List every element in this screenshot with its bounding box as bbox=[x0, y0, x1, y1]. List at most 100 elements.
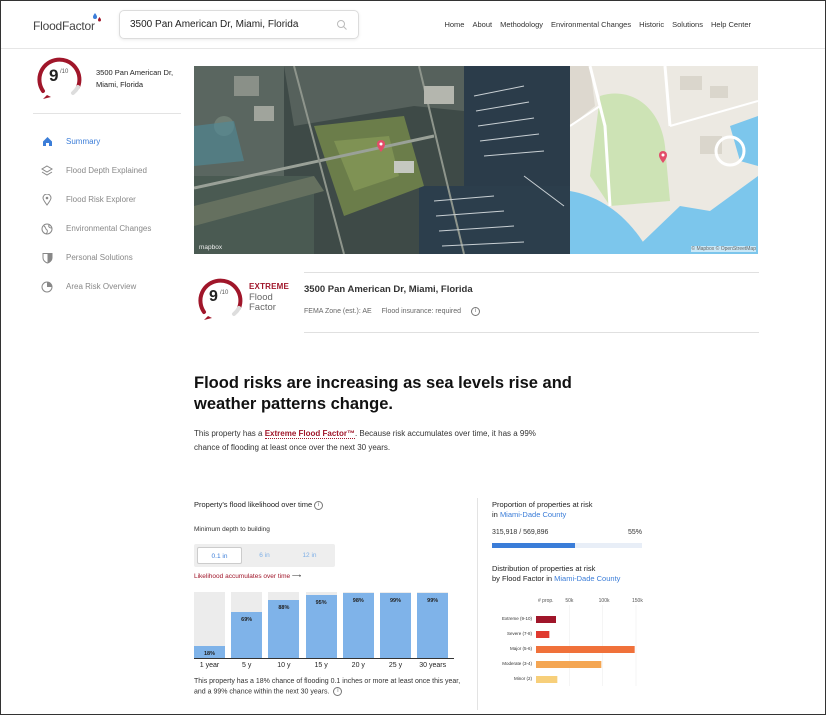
sidebar-item-flood-risk-explorer[interactable]: Flood Risk Explorer bbox=[33, 185, 183, 214]
x-axis-label: 1 year bbox=[199, 662, 220, 669]
likelihood-note: This property has a 18% chance of floodi… bbox=[194, 677, 466, 696]
nav-about[interactable]: About bbox=[472, 20, 492, 29]
likelihood-title-row: Property's flood likelihood over time i bbox=[194, 500, 469, 510]
distribution-county-link[interactable]: Miami-Dade County bbox=[554, 574, 620, 583]
sidebar-score: 9 bbox=[49, 66, 59, 85]
bar-value-label: 95% bbox=[315, 600, 327, 607]
road-map-imagery bbox=[570, 66, 758, 254]
distribution-title-line2: by Flood Factor in bbox=[492, 574, 553, 583]
bar-value-label: 69% bbox=[241, 617, 253, 624]
depth-selector: 0.1 in 6 in 12 in bbox=[194, 544, 335, 567]
address-search[interactable] bbox=[119, 10, 359, 39]
distribution-category-label: Extreme (9-10) bbox=[502, 616, 533, 621]
distribution-tick-label: # prop. bbox=[538, 598, 554, 604]
distribution-category-label: Severe (7-8) bbox=[507, 631, 533, 636]
likelihood-title: Property's flood likelihood over time bbox=[194, 500, 313, 509]
property-score-gauge-icon bbox=[198, 278, 243, 320]
likelihood-bar-chart: 18% 69% 88% 95% 98% 99% 99% bbox=[194, 592, 454, 658]
nav-help-center[interactable]: Help Center bbox=[711, 20, 751, 29]
sidebar-item-personal-solutions[interactable]: Personal Solutions bbox=[33, 243, 183, 272]
distribution-title-line1: Distribution of properties at risk bbox=[492, 564, 596, 573]
bar-track: 18% bbox=[194, 592, 225, 658]
shield-icon bbox=[40, 251, 54, 265]
proportion-count-row: 315,918 / 569,896 55% bbox=[492, 529, 642, 536]
globe-icon bbox=[40, 222, 54, 236]
sidebar-item-flood-depth[interactable]: Flood Depth Explained bbox=[33, 156, 183, 185]
osm-attribution[interactable]: © Mapbox © OpenStreetMap bbox=[691, 246, 756, 252]
proportion-county-row: in Miami-Dade County bbox=[492, 510, 652, 520]
nav-historic[interactable]: Historic bbox=[639, 20, 664, 29]
flood-likelihood-panel: Property's flood likelihood over time i M… bbox=[194, 500, 469, 710]
road-map[interactable]: © Mapbox © OpenStreetMap bbox=[570, 66, 758, 254]
likelihood-accumulates-link[interactable]: Likelihood accumulates over time ⟶ bbox=[194, 572, 301, 580]
sidebar-item-environmental-changes[interactable]: Environmental Changes bbox=[33, 214, 183, 243]
sidebar-score-badge: 9 /10 bbox=[33, 53, 93, 103]
proportion-panel: Proportion of properties at risk in Miam… bbox=[492, 500, 652, 548]
depth-option-6in[interactable]: 6 in bbox=[242, 547, 287, 564]
nav-solutions[interactable]: Solutions bbox=[672, 20, 703, 29]
floodfactor-logo[interactable]: FloodFactor bbox=[33, 13, 101, 33]
distribution-bar[interactable] bbox=[536, 616, 556, 623]
bar-track: 99% bbox=[417, 592, 449, 658]
distribution-category-label: Moderate (3-4) bbox=[502, 661, 532, 666]
mapbox-attribution[interactable]: mapbox bbox=[199, 244, 222, 251]
chart-axis-line bbox=[194, 658, 454, 659]
main-nav: Home About Methodology Environmental Cha… bbox=[444, 20, 751, 29]
home-icon bbox=[40, 135, 54, 149]
map-pin-icon bbox=[40, 193, 54, 207]
min-depth-label: Minimum depth to building bbox=[194, 526, 270, 533]
search-input[interactable] bbox=[120, 11, 320, 38]
distribution-bar[interactable] bbox=[536, 676, 558, 683]
info-icon[interactable]: i bbox=[471, 307, 481, 316]
sidebar-address-line1: 3500 Pan American Dr, bbox=[96, 68, 174, 77]
sidebar-address-line2: Miami, Florida bbox=[96, 80, 144, 89]
distribution-category-label: Minor (2) bbox=[514, 676, 533, 681]
info-icon[interactable]: i bbox=[333, 686, 343, 696]
proportion-county-link[interactable]: Miami-Dade County bbox=[500, 510, 566, 519]
sidebar-item-label: Personal Solutions bbox=[66, 253, 133, 262]
depth-option-0-1in[interactable]: 0.1 in bbox=[197, 547, 242, 564]
sidebar-divider bbox=[33, 113, 181, 114]
nav-methodology[interactable]: Methodology bbox=[500, 20, 543, 29]
distribution-bar[interactable] bbox=[536, 646, 635, 653]
sidebar-score-max: /10 bbox=[60, 69, 69, 75]
top-header: FloodFactor Home About Methodology Envir… bbox=[1, 1, 825, 49]
lede-pre: This property has a bbox=[194, 429, 265, 438]
depth-option-12in[interactable]: 12 in bbox=[287, 547, 332, 564]
distribution-tick-label: 50k bbox=[565, 598, 574, 604]
nav-environmental-changes[interactable]: Environmental Changes bbox=[551, 20, 631, 29]
search-icon[interactable] bbox=[336, 19, 348, 31]
sidebar-item-summary[interactable]: Summary bbox=[33, 127, 183, 156]
bar-track: 69% bbox=[231, 592, 263, 658]
strip-top-divider bbox=[304, 272, 759, 273]
satellite-imagery bbox=[194, 66, 570, 254]
proportion-bar-track bbox=[492, 543, 642, 548]
bar-track: 98% bbox=[342, 592, 374, 658]
sidebar-item-label: Flood Risk Explorer bbox=[66, 195, 136, 204]
extreme-rating-label: EXTREME bbox=[249, 282, 290, 291]
sidebar-item-area-risk-overview[interactable]: Area Risk Overview bbox=[33, 272, 183, 301]
x-axis-label: 5 y bbox=[242, 662, 252, 669]
nav-home[interactable]: Home bbox=[444, 20, 464, 29]
x-axis-label: 10 y bbox=[277, 662, 291, 669]
bar-value-label: 18% bbox=[203, 651, 215, 658]
flood-factor-brand: Flood Factor bbox=[249, 293, 276, 312]
sidebar-item-label: Environmental Changes bbox=[66, 224, 152, 233]
chart-x-labels: 1 year 5 y 10 y 15 y 20 y 25 y 30 years bbox=[194, 662, 454, 672]
bar-value-label: 99% bbox=[427, 597, 439, 604]
distribution-bar[interactable] bbox=[536, 631, 550, 638]
satellite-map[interactable]: mapbox bbox=[194, 66, 570, 254]
proportion-in-label: in bbox=[492, 510, 498, 519]
property-meta: FEMA Zone (est.): AE Flood insurance: re… bbox=[304, 307, 488, 316]
arrow-right-icon: ⟶ bbox=[291, 573, 302, 580]
distribution-bar-chart: # prop. 50k 100k 150k Extreme (9-10) Severe (… bbox=[502, 598, 643, 686]
likelihood-note-text: This property has a 18% chance of floodi… bbox=[194, 678, 461, 695]
bar-value-label: 98% bbox=[352, 598, 364, 605]
fema-zone: FEMA Zone (est.): AE bbox=[304, 308, 372, 316]
sidebar-address: 3500 Pan American Dr, Miami, Florida bbox=[96, 67, 186, 91]
info-icon[interactable]: i bbox=[314, 500, 324, 510]
distribution-bar[interactable] bbox=[536, 661, 602, 668]
page-frame: FloodFactor Home About Methodology Envir… bbox=[0, 0, 826, 715]
bar-track: 95% bbox=[305, 592, 337, 658]
extreme-flood-factor-link[interactable]: Extreme Flood Factor™ bbox=[264, 429, 355, 439]
